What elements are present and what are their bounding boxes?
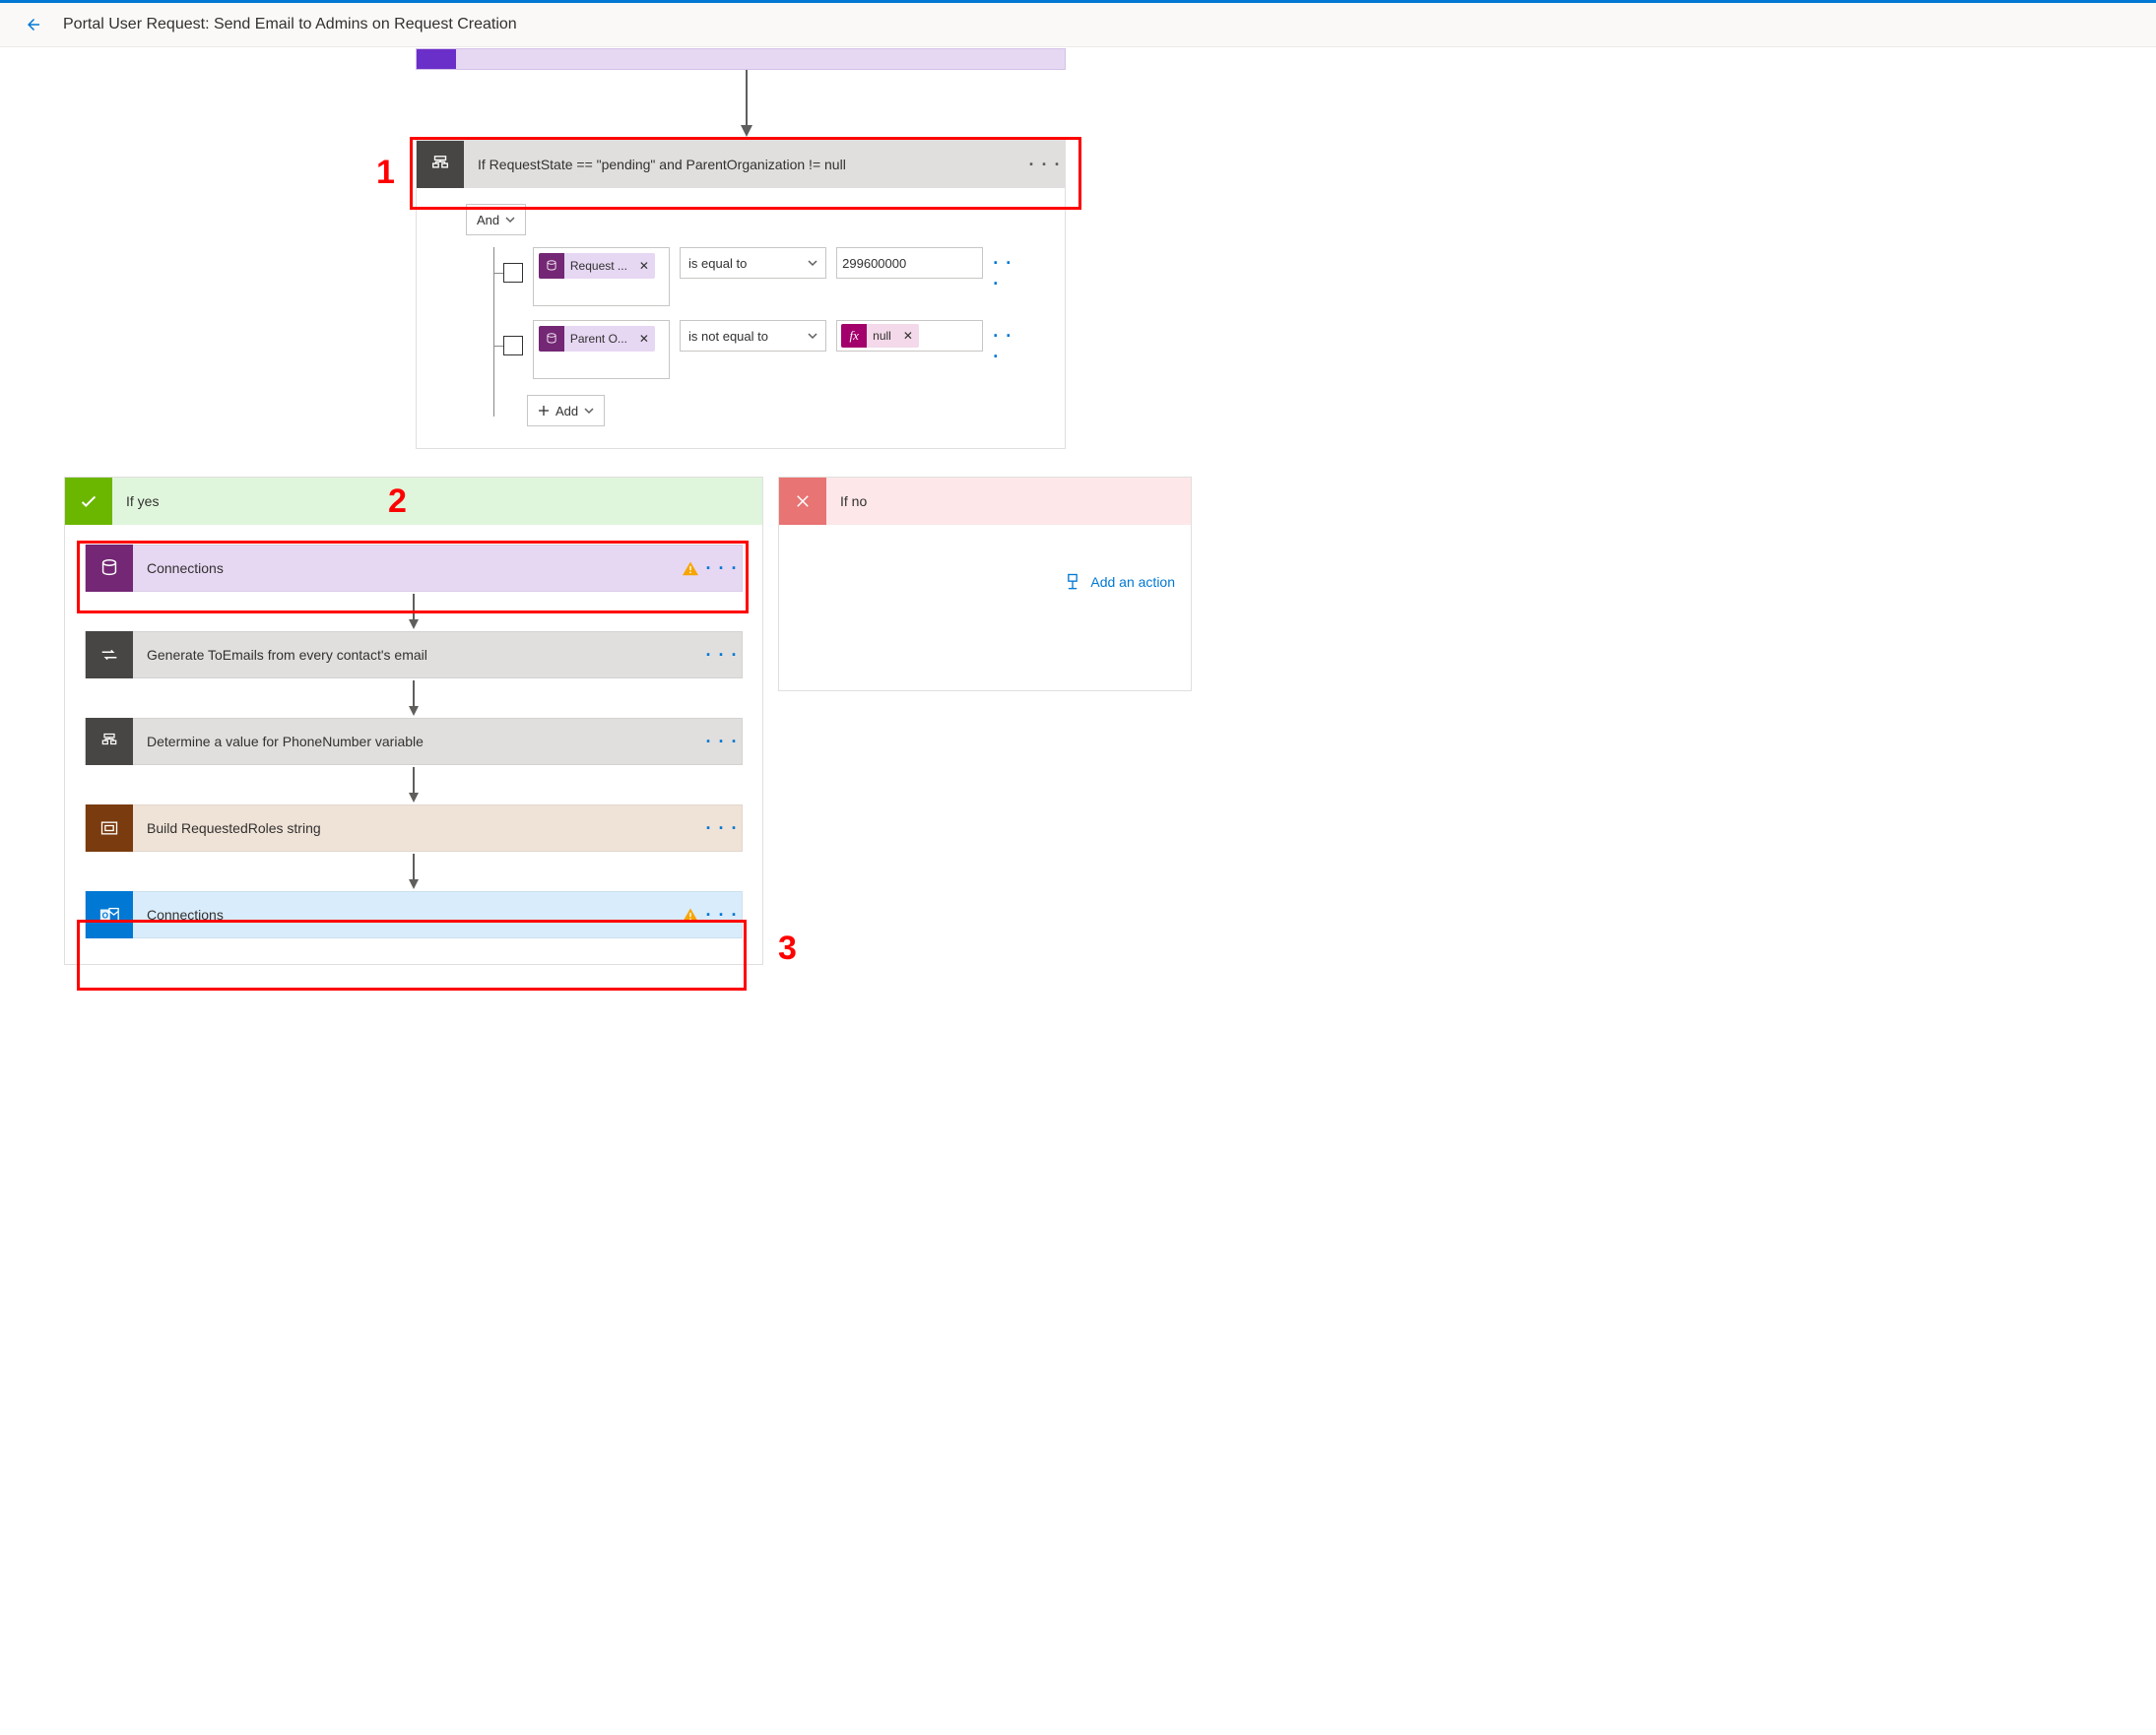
page-title: Portal User Request: Send Email to Admin… xyxy=(63,16,517,33)
branch-no-header[interactable]: If no xyxy=(779,478,1191,525)
condition-field[interactable]: Parent O... ✕ xyxy=(533,320,670,379)
condition-title: If RequestState == "pending" and ParentO… xyxy=(464,157,1025,172)
step-menu[interactable]: · · · xyxy=(702,732,742,752)
step-menu[interactable]: · · · xyxy=(702,905,742,926)
back-button[interactable] xyxy=(18,9,49,40)
step-connections[interactable]: Connections · · · xyxy=(85,545,743,592)
step-title: Build RequestedRoles string xyxy=(133,820,702,836)
add-action-icon xyxy=(1063,572,1082,592)
arrow-left-icon xyxy=(25,16,42,33)
group-operator-label: And xyxy=(477,213,499,227)
warning-icon xyxy=(679,907,702,923)
operator-dropdown[interactable]: is equal to xyxy=(680,247,826,279)
step-title: Connections xyxy=(133,560,679,576)
step-title: Determine a value for PhoneNumber variab… xyxy=(133,734,702,749)
close-icon xyxy=(779,478,826,525)
condition-icon xyxy=(86,718,133,765)
previous-step-card[interactable] xyxy=(416,48,1066,70)
variable-icon xyxy=(417,49,456,69)
condition-row: Request ... ✕ is equal to 299600000 · · … xyxy=(480,247,1025,306)
step-build-roles[interactable]: Build RequestedRoles string · · · xyxy=(85,804,743,852)
branch-no-title: If no xyxy=(826,493,881,509)
svg-text:O: O xyxy=(102,912,109,921)
field-token[interactable]: Parent O... ✕ xyxy=(539,326,655,352)
operator-label: is equal to xyxy=(688,256,747,271)
topbar: Portal User Request: Send Email to Admin… xyxy=(0,0,2156,47)
add-action-label: Add an action xyxy=(1090,574,1175,590)
condition-card: If RequestState == "pending" and ParentO… xyxy=(416,140,1066,449)
token-remove[interactable]: ✕ xyxy=(633,332,655,346)
condition-header[interactable]: If RequestState == "pending" and ParentO… xyxy=(417,141,1065,188)
condition-menu[interactable]: · · · xyxy=(1025,155,1065,175)
token-label: Parent O... xyxy=(564,332,633,346)
connector xyxy=(737,70,756,140)
control-icon xyxy=(86,804,133,852)
token-label: Request ... xyxy=(564,259,633,273)
step-generate-toemails[interactable]: Generate ToEmails from every contact's e… xyxy=(85,631,743,678)
branch-yes: If yes Connections · · · xyxy=(64,477,763,965)
step-determine-phonenumber[interactable]: Determine a value for PhoneNumber variab… xyxy=(85,718,743,765)
step-menu[interactable]: · · · xyxy=(702,818,742,839)
step-menu[interactable]: · · · xyxy=(702,558,742,579)
dataverse-icon xyxy=(86,545,133,592)
branch-yes-title: If yes xyxy=(112,493,172,509)
annotation-3: 3 xyxy=(778,930,797,968)
group-operator-dropdown[interactable]: And xyxy=(466,204,526,235)
check-icon xyxy=(65,478,112,525)
branch-yes-header[interactable]: If yes xyxy=(65,478,762,525)
chevron-down-icon xyxy=(808,331,817,341)
token-remove[interactable]: ✕ xyxy=(633,259,655,273)
chevron-down-icon xyxy=(584,406,594,416)
operator-label: is not equal to xyxy=(688,329,768,344)
dataverse-icon xyxy=(539,253,564,279)
row-checkbox[interactable] xyxy=(503,336,523,355)
outlook-icon: O xyxy=(86,891,133,938)
add-label: Add xyxy=(555,404,578,418)
step-title: Connections xyxy=(133,907,679,923)
branch-no: If no Add an action xyxy=(778,477,1192,691)
add-row-button[interactable]: Add xyxy=(527,395,605,426)
connector xyxy=(406,765,422,804)
connector xyxy=(406,678,422,718)
field-token[interactable]: Request ... ✕ xyxy=(539,253,655,279)
condition-value[interactable]: fx null ✕ xyxy=(836,320,983,352)
row-menu[interactable]: · · · xyxy=(993,253,1025,294)
dataverse-icon xyxy=(539,326,564,352)
row-checkbox[interactable] xyxy=(503,263,523,283)
loop-icon xyxy=(86,631,133,678)
plus-icon xyxy=(538,405,550,417)
annotation-2: 2 xyxy=(388,482,407,521)
arrow-down-icon xyxy=(737,70,756,140)
flow-canvas: If RequestState == "pending" and ParentO… xyxy=(0,47,2156,993)
operator-dropdown[interactable]: is not equal to xyxy=(680,320,826,352)
add-action-link[interactable]: Add an action xyxy=(779,572,1191,592)
token-label: null xyxy=(867,329,897,343)
connector xyxy=(406,592,422,631)
fx-icon: fx xyxy=(841,324,867,348)
value-text: 299600000 xyxy=(842,256,906,271)
condition-field[interactable]: Request ... ✕ xyxy=(533,247,670,306)
condition-value[interactable]: 299600000 xyxy=(836,247,983,279)
chevron-down-icon xyxy=(808,258,817,268)
connector xyxy=(406,852,422,891)
condition-icon xyxy=(417,141,464,188)
chevron-down-icon xyxy=(505,215,515,225)
step-menu[interactable]: · · · xyxy=(702,645,742,666)
warning-icon xyxy=(679,560,702,576)
condition-row: Parent O... ✕ is not equal to fx null ✕ xyxy=(480,320,1025,379)
expression-token[interactable]: fx null ✕ xyxy=(841,324,919,348)
token-remove[interactable]: ✕ xyxy=(897,329,919,343)
step-connections-outlook[interactable]: O Connections · · · xyxy=(85,891,743,938)
step-title: Generate ToEmails from every contact's e… xyxy=(133,647,702,663)
annotation-1: 1 xyxy=(376,154,395,192)
row-menu[interactable]: · · · xyxy=(993,326,1025,367)
